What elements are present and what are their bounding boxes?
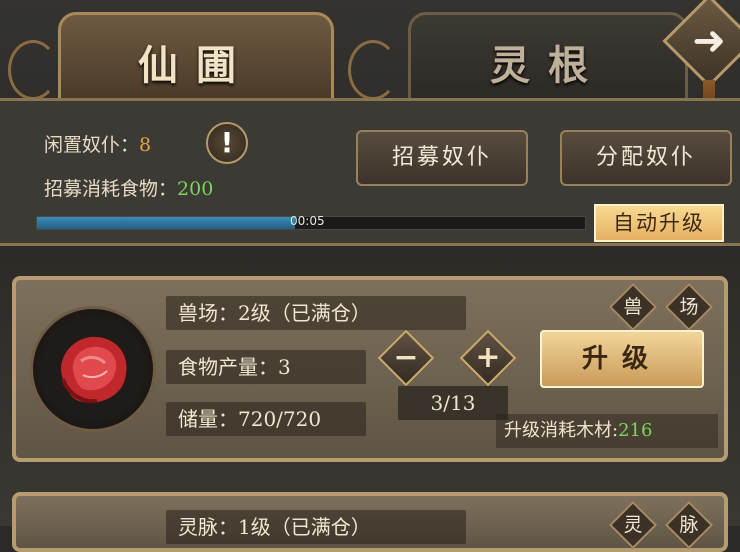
assign-servants-button[interactable]: 分配奴仆: [560, 130, 732, 186]
scroll-ornament-middle: [348, 40, 398, 100]
food-output: 食物产量：3: [166, 350, 366, 384]
auto-upgrade-button[interactable]: 自动升级: [594, 204, 724, 242]
tab-linggen[interactable]: 灵根: [408, 12, 688, 100]
tab-xianpu-label: 仙圃: [138, 42, 254, 89]
servant-counter: 3/13: [398, 386, 508, 420]
recruit-servants-button[interactable]: 招募奴仆: [356, 130, 528, 186]
scroll-ornament-left: [8, 40, 58, 100]
recruit-cost-label: 招募消耗食物：: [44, 178, 178, 200]
progress-fill: [37, 217, 295, 229]
plus-icon: +: [475, 340, 501, 375]
minus-icon: −: [393, 340, 419, 375]
arrow-right-icon: ➜: [692, 18, 726, 64]
tag-char-3: 灵: [623, 514, 643, 536]
recruit-cost-row: 招募消耗食物：200: [44, 174, 213, 201]
alert-icon[interactable]: !: [206, 122, 248, 164]
progress-timer: 00:05: [290, 214, 325, 228]
tab-linggen-label: 灵根: [490, 42, 606, 89]
meat-icon: [61, 336, 127, 404]
tab-xianpu[interactable]: 仙圃: [58, 12, 334, 100]
building-2-name-level: 灵脉：1级（已满仓）: [166, 510, 466, 544]
tag-char-1: 兽: [623, 296, 643, 318]
tag-char-2: 场: [679, 296, 699, 318]
tag-char-4: 脉: [679, 514, 699, 536]
item-slot: [30, 306, 156, 432]
idle-servants-label: 闲置奴仆：: [44, 134, 140, 156]
recruit-cost-value: 200: [177, 178, 214, 200]
upgrade-button[interactable]: 升级: [540, 330, 704, 388]
idle-servants-value: 8: [139, 134, 152, 156]
upgrade-cost-label: 升级消耗木材:: [504, 420, 619, 441]
idle-servants-row: 闲置奴仆：8: [44, 130, 151, 157]
upgrade-cost: 升级消耗木材:216: [496, 414, 718, 448]
building-name-level: 兽场：2级（已满仓）: [166, 296, 466, 330]
storage-amount: 储量：720/720: [166, 402, 366, 436]
upgrade-cost-value: 216: [618, 420, 653, 441]
